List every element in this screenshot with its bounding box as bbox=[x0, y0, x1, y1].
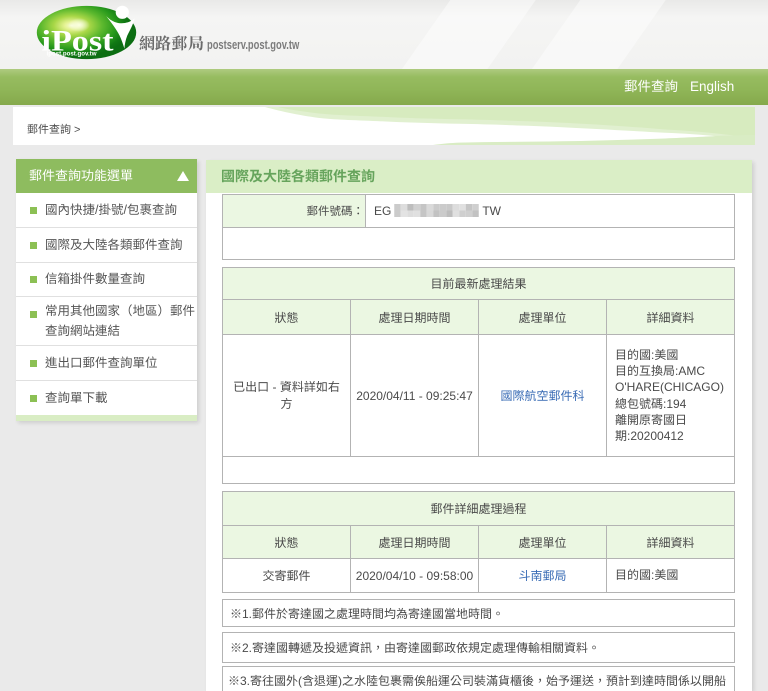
svg-text:ipost.post.gov.tw: ipost.post.gov.tw bbox=[47, 50, 97, 57]
